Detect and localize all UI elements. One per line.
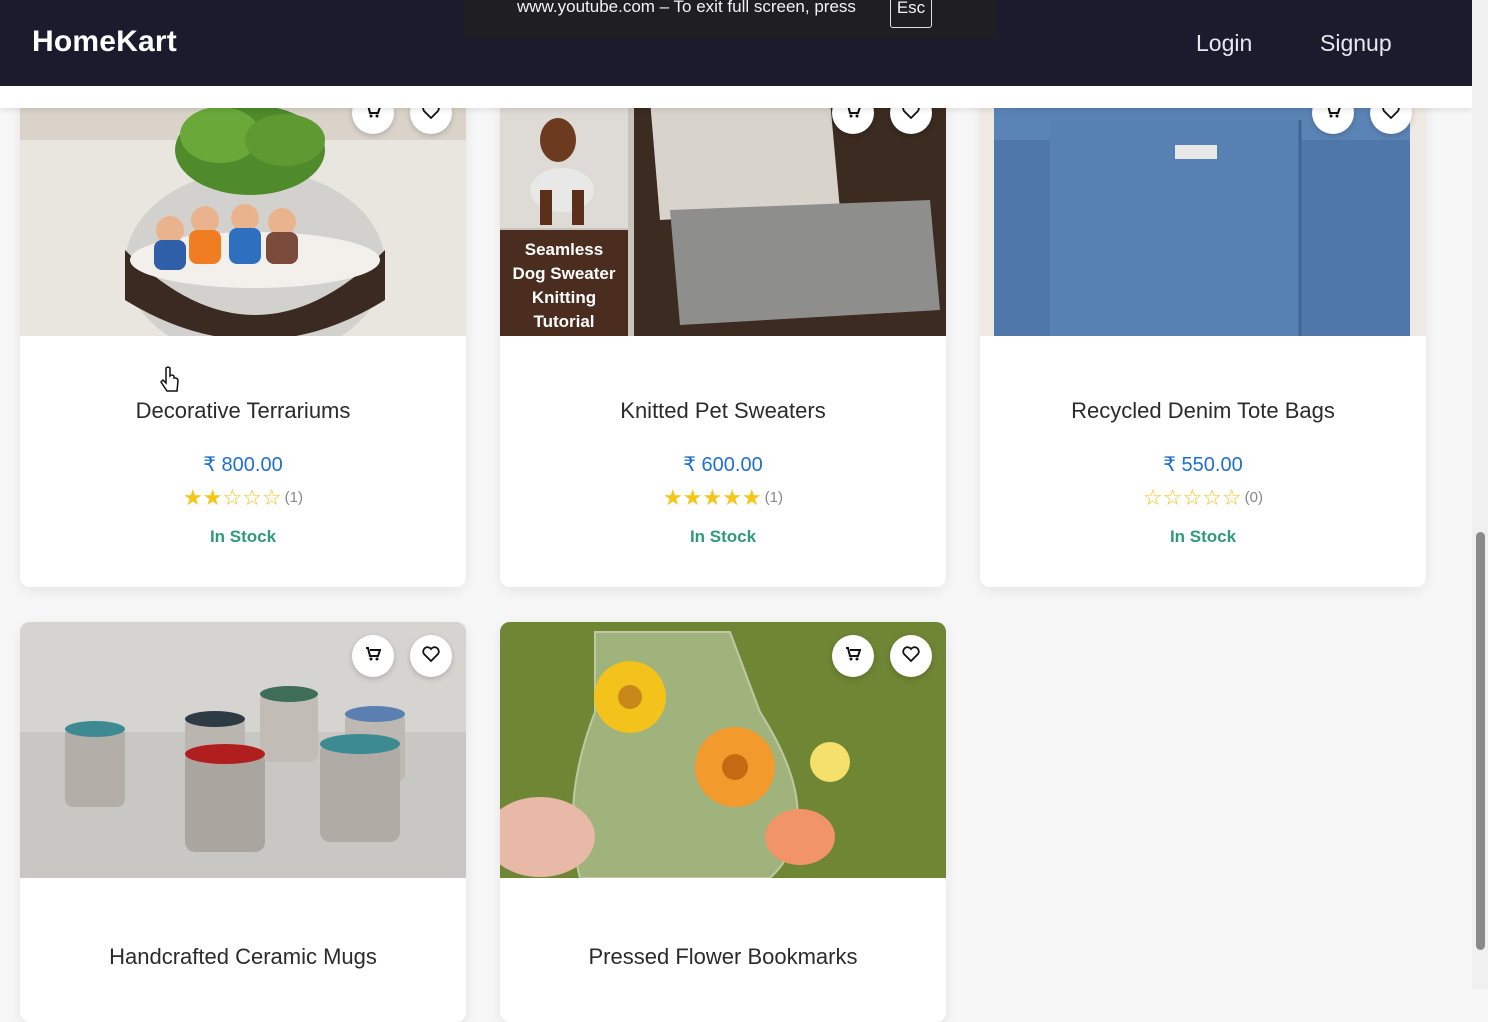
star-empty-icon: ☆ xyxy=(1182,485,1203,510)
star-filled-icon: ★ xyxy=(702,485,723,510)
fullscreen-notice: www.youtube.com – To exit full screen, p… xyxy=(464,0,995,38)
star-filled-icon: ★ xyxy=(662,485,683,510)
login-link[interactable]: Login xyxy=(1196,30,1252,57)
esc-key-badge: Esc xyxy=(890,0,932,28)
product-image[interactable] xyxy=(500,622,946,878)
brand-logo[interactable]: HomeKart xyxy=(32,25,177,59)
star-empty-icon: ☆ xyxy=(1142,485,1163,510)
image-caption: Seamless xyxy=(525,240,603,259)
product-title[interactable]: Recycled Denim Tote Bags xyxy=(980,398,1426,424)
product-image[interactable]: Seamless Dog Sweater Knitting Tutorial xyxy=(500,80,946,336)
product-image[interactable] xyxy=(20,622,466,878)
product-price: ₹ 600.00 xyxy=(683,454,763,476)
stock-status: In Stock xyxy=(689,527,757,546)
heart-icon xyxy=(902,645,920,667)
review-count: (0) xyxy=(1244,489,1263,506)
star-filled-icon: ★ xyxy=(722,485,742,510)
fullscreen-notice-text: www.youtube.com – To exit full screen, p… xyxy=(517,0,856,16)
stock-status: In Stock xyxy=(1169,527,1237,546)
product-rating: ★★★★★ (1) xyxy=(500,485,946,511)
product-image[interactable] xyxy=(980,80,1426,336)
product-card[interactable]: Recycled Denim Tote Bags ₹ 550.00 ☆☆☆☆☆(… xyxy=(980,80,1426,587)
star-empty-icon: ☆ xyxy=(1202,485,1222,510)
review-count: (1) xyxy=(284,489,303,506)
product-card[interactable]: Decorative Terrariums ₹ 800.00 ★★☆☆☆ (1) … xyxy=(20,80,466,587)
product-price: ₹ 550.00 xyxy=(1163,454,1243,476)
cart-icon xyxy=(845,646,862,667)
navbar-shadow-strip xyxy=(0,86,1472,108)
heart-icon xyxy=(422,645,440,667)
star-filled-icon: ★ xyxy=(682,485,703,510)
product-title[interactable]: Knitted Pet Sweaters xyxy=(500,398,946,424)
product-rating: ★★☆☆☆ (1) xyxy=(20,485,466,511)
product-image[interactable] xyxy=(20,80,466,336)
product-price: ₹ 800.00 xyxy=(203,454,283,476)
product-card[interactable]: Pressed Flower Bookmarks xyxy=(500,622,946,1022)
add-to-cart-button[interactable] xyxy=(352,635,394,677)
product-rating: ☆☆☆☆☆ (0) xyxy=(980,485,1426,511)
star-empty-icon: ☆ xyxy=(1221,485,1242,510)
star-empty-icon: ☆ xyxy=(1162,485,1183,510)
signup-link[interactable]: Signup xyxy=(1320,30,1392,57)
star-empty-icon: ☆ xyxy=(242,485,262,510)
product-title[interactable]: Decorative Terrariums xyxy=(20,398,466,424)
pointer-cursor-icon xyxy=(158,366,182,403)
stock-status: In Stock xyxy=(209,527,277,546)
star-empty-icon: ☆ xyxy=(222,485,243,510)
star-empty-icon: ☆ xyxy=(261,485,282,510)
product-grid: Decorative Terrariums ₹ 800.00 ★★☆☆☆ (1) … xyxy=(0,0,1472,1022)
product-title[interactable]: Handcrafted Ceramic Mugs xyxy=(20,944,466,970)
product-card[interactable]: Handcrafted Ceramic Mugs xyxy=(20,622,466,1022)
star-filled-icon: ★ xyxy=(202,485,223,510)
image-caption: Tutorial xyxy=(533,312,594,331)
product-title[interactable]: Pressed Flower Bookmarks xyxy=(500,944,946,970)
image-caption: Knitting xyxy=(532,288,596,307)
image-caption: Dog Sweater xyxy=(513,264,616,283)
page-scrollbar-thumb[interactable] xyxy=(1476,532,1485,950)
star-filled-icon: ★ xyxy=(182,485,203,510)
product-card[interactable]: Seamless Dog Sweater Knitting Tutorial K… xyxy=(500,80,946,587)
add-to-cart-button[interactable] xyxy=(832,635,874,677)
add-to-wishlist-button[interactable] xyxy=(410,635,452,677)
cart-icon xyxy=(365,646,382,667)
add-to-wishlist-button[interactable] xyxy=(890,635,932,677)
star-filled-icon: ★ xyxy=(741,485,762,510)
review-count: (1) xyxy=(764,489,783,506)
